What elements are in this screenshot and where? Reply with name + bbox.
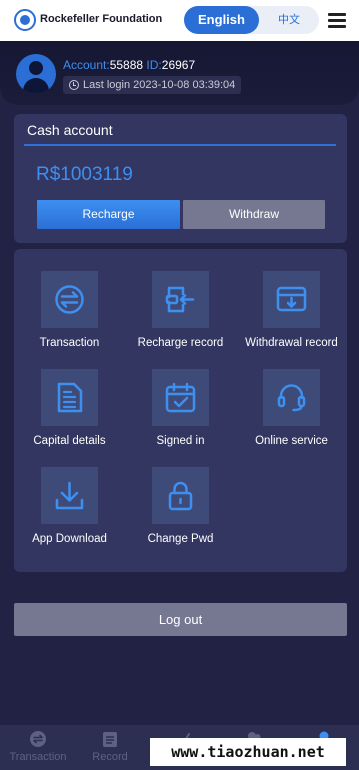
cash-account-title: Cash account xyxy=(27,122,113,138)
cash-account-card: Cash account R$1003119 Recharge Withdraw xyxy=(14,114,347,243)
brand-name: Rockefeller Foundation xyxy=(40,13,163,25)
menu-item-label: Online service xyxy=(255,435,328,447)
calendar-check-icon xyxy=(152,369,209,426)
divider xyxy=(24,144,336,146)
transfer-icon xyxy=(30,731,46,747)
recharge-record-icon xyxy=(152,271,209,328)
document-icon xyxy=(41,369,98,426)
menu-item-online-service[interactable]: Online service xyxy=(236,347,347,447)
withdrawal-record-icon xyxy=(263,271,320,328)
account-label: Account: xyxy=(63,58,110,72)
tab-transaction[interactable]: Transaction xyxy=(2,725,74,770)
last-login-text: Last login 2023-10-08 03:39:04 xyxy=(83,79,236,91)
menu-item-label: App Download xyxy=(32,533,107,545)
download-icon xyxy=(41,467,98,524)
language-switcher: English 中文 xyxy=(184,6,319,34)
hamburger-menu-icon[interactable] xyxy=(328,12,346,28)
avatar xyxy=(16,54,56,94)
menu-item-change-pwd[interactable]: Change Pwd xyxy=(125,445,236,545)
menu-item-recharge-record[interactable]: Recharge record xyxy=(125,249,236,349)
menu-item-capital-details[interactable]: Capital details xyxy=(14,347,125,447)
tab-label: Transaction xyxy=(9,751,67,763)
clipboard-icon xyxy=(103,732,117,747)
tab-label: Record xyxy=(92,751,128,763)
menu-item-app-download[interactable]: App Download xyxy=(14,445,125,545)
id-label: ID: xyxy=(146,58,162,72)
headset-icon xyxy=(263,369,320,426)
language-english-button[interactable]: English xyxy=(184,6,259,34)
watermark: www.tiaozhuan.net xyxy=(150,738,346,766)
tab-record[interactable]: Record xyxy=(74,725,146,770)
transfer-icon xyxy=(41,271,98,328)
last-login: Last login 2023-10-08 03:39:04 xyxy=(63,76,242,94)
withdraw-button[interactable]: Withdraw xyxy=(183,200,325,229)
recharge-button[interactable]: Recharge xyxy=(37,200,180,229)
lock-icon xyxy=(152,467,209,524)
account-value: 55888 xyxy=(109,58,144,72)
menu-item-withdrawal-record[interactable]: Withdrawal record xyxy=(236,249,347,349)
menu-grid: Transaction Recharge record Withdrawal r… xyxy=(14,249,347,572)
menu-item-label: Change Pwd xyxy=(147,533,214,545)
clock-icon xyxy=(69,80,79,90)
cash-balance: R$1003119 xyxy=(36,164,133,185)
top-bar: Rockefeller Foundation English 中文 xyxy=(0,0,359,41)
language-chinese-button[interactable]: 中文 xyxy=(259,6,319,34)
profile-header: Account:55888 ID:26967 Last login 2023-1… xyxy=(0,41,359,105)
account-info: Account:55888 ID:26967 xyxy=(63,58,195,72)
logo-icon xyxy=(14,9,36,31)
logout-button[interactable]: Log out xyxy=(14,603,347,636)
menu-item-signed-in[interactable]: Signed in xyxy=(125,347,236,447)
menu-item-transaction[interactable]: Transaction xyxy=(14,249,125,349)
id-value: 26967 xyxy=(161,58,196,72)
